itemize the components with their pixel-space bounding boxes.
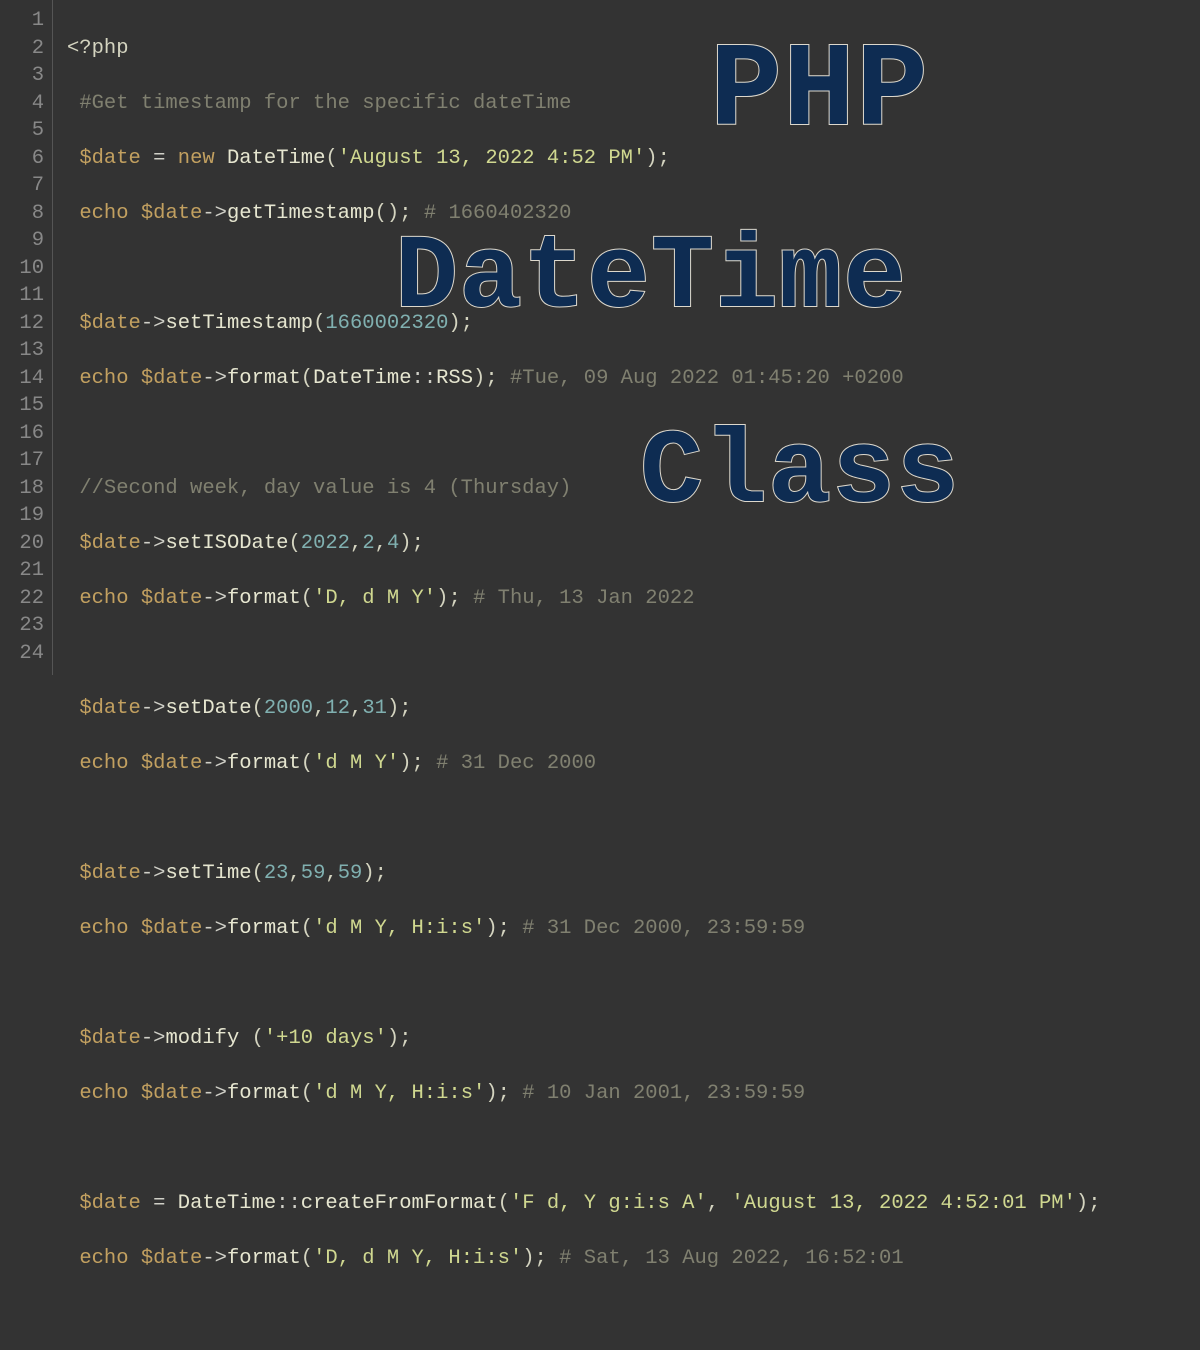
code-line	[67, 640, 1101, 668]
line-num: 18	[0, 475, 44, 503]
code-line: $date->setTime(23,59,59);	[67, 860, 1101, 888]
code-line: #Get timestamp for the specific dateTime	[67, 90, 1101, 118]
line-num: 10	[0, 255, 44, 283]
code-line	[67, 1135, 1101, 1163]
line-num: 2	[0, 35, 44, 63]
code-line	[67, 805, 1101, 833]
line-num: 12	[0, 310, 44, 338]
code-line	[67, 970, 1101, 998]
line-num: 6	[0, 145, 44, 173]
overlay-title-datetime: DateTime	[395, 265, 907, 293]
code-line: $date->setISODate(2022,2,4);	[67, 530, 1101, 558]
code-line: echo $date->format('d M Y, H:i:s'); # 31…	[67, 915, 1101, 943]
line-num: 11	[0, 282, 44, 310]
overlay-title-class: Class	[640, 460, 960, 488]
code-line: echo $date->format('D, d M Y'); # Thu, 1…	[67, 585, 1101, 613]
line-num: 7	[0, 172, 44, 200]
line-num: 17	[0, 447, 44, 475]
code-line: $date = DateTime::createFromFormat('F d,…	[67, 1190, 1101, 1218]
code-line: echo $date->format('d M Y, H:i:s'); # 10…	[67, 1080, 1101, 1108]
code-line: <?php	[67, 35, 1101, 63]
line-num: 5	[0, 117, 44, 145]
line-num: 9	[0, 227, 44, 255]
code-line: echo $date->format(DateTime::RSS); #Tue,…	[67, 365, 1101, 393]
line-num: 24	[0, 640, 44, 668]
line-num: 19	[0, 502, 44, 530]
line-num: 8	[0, 200, 44, 228]
line-num: 13	[0, 337, 44, 365]
line-num: 15	[0, 392, 44, 420]
line-num: 3	[0, 62, 44, 90]
line-number-gutter: 1 2 3 4 5 6 7 8 9 10 11 12 13 14 15 16 1…	[0, 0, 53, 675]
line-num: 1	[0, 7, 44, 35]
code-line: $date->modify ('+10 days');	[67, 1025, 1101, 1053]
line-num: 20	[0, 530, 44, 558]
line-num: 23	[0, 612, 44, 640]
code-line: echo $date->format('d M Y'); # 31 Dec 20…	[67, 750, 1101, 778]
line-num: 4	[0, 90, 44, 118]
line-num: 22	[0, 585, 44, 613]
line-num: 14	[0, 365, 44, 393]
line-num: 16	[0, 420, 44, 448]
code-line	[67, 1300, 1101, 1328]
code-line: echo $date->format('D, d M Y, H:i:s'); #…	[67, 1245, 1101, 1273]
overlay-title-php: PHP	[710, 80, 929, 108]
code-line: $date = new DateTime('August 13, 2022 4:…	[67, 145, 1101, 173]
line-num: 21	[0, 557, 44, 585]
code-line: $date->setDate(2000,12,31);	[67, 695, 1101, 723]
